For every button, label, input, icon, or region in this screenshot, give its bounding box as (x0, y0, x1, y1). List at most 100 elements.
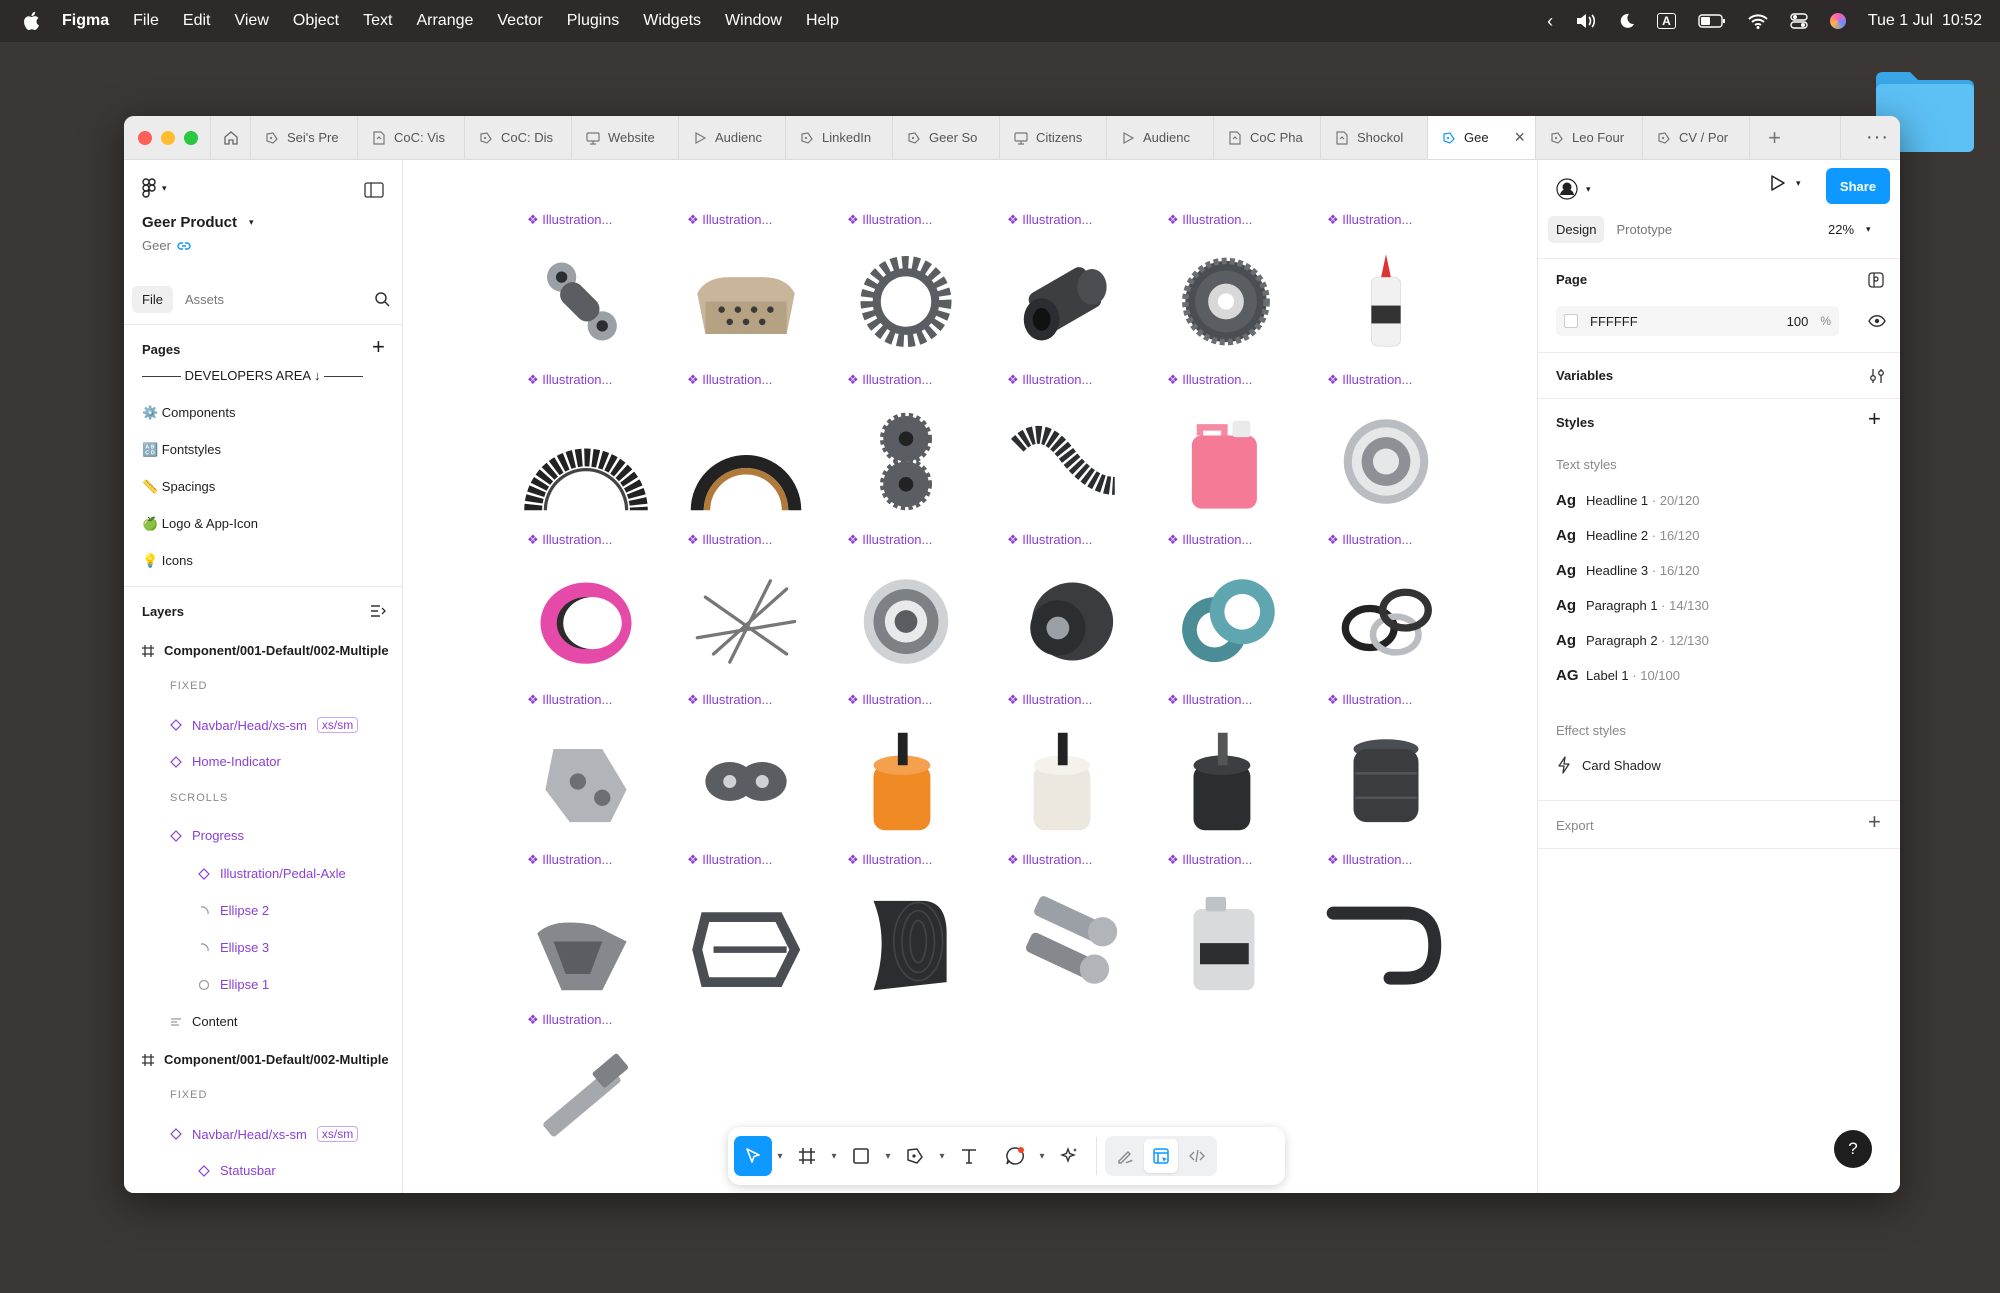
illustration-component[interactable]: ❖ Illustration... (681, 372, 841, 532)
tab-active-file[interactable]: Gee × (1427, 116, 1535, 159)
menu-app-name[interactable]: Figma (62, 12, 109, 30)
color-swatch[interactable] (1564, 314, 1578, 328)
illustration-component[interactable]: ❖ Illustration... (521, 852, 681, 1012)
variables-settings-icon[interactable] (1869, 368, 1885, 384)
illustration-component[interactable]: ❖ Illustration... (841, 212, 1001, 372)
page-item[interactable]: 🔠 Fontstyles (142, 442, 221, 458)
design-mode-button[interactable] (1144, 1139, 1178, 1173)
illustration-component[interactable]: ❖ Illustration... (681, 852, 841, 1012)
page-item[interactable]: 💡 Icons (142, 553, 193, 569)
chevron-left-icon[interactable]: ‹ (1547, 11, 1553, 32)
comment-tool-button[interactable] (996, 1136, 1034, 1176)
tab-file-4[interactable]: Audienc (678, 116, 785, 159)
add-page-icon[interactable]: + (372, 334, 385, 360)
illustration-component[interactable]: ❖ Illustration... (1001, 852, 1161, 1012)
illustration-component[interactable]: ❖ Illustration... (1321, 692, 1481, 852)
illustration-component[interactable]: ❖ Illustration... (1161, 692, 1321, 852)
illustration-component[interactable]: ❖ Illustration... (1161, 532, 1321, 692)
volume-icon[interactable] (1575, 13, 1597, 29)
illustration-component[interactable]: ❖ Illustration... (1161, 852, 1321, 1012)
tab-file-12[interactable]: Leo Four (1535, 116, 1642, 159)
add-export-icon[interactable]: + (1868, 809, 1881, 835)
illustration-component[interactable]: ❖ Illustration... (681, 692, 841, 852)
local-styles-icon[interactable] (1868, 272, 1884, 288)
zoom-dropdown[interactable]: 22% ▾ (1828, 222, 1871, 237)
chevron-down-icon[interactable]: ▾ (934, 1136, 950, 1176)
tab-file-9[interactable]: CoC Pha (1213, 116, 1320, 159)
text-tool-button[interactable] (950, 1136, 988, 1176)
layer-row[interactable]: Content (170, 1014, 238, 1029)
menu-plugins[interactable]: Plugins (567, 12, 619, 30)
dev-mode-button[interactable] (1180, 1139, 1214, 1173)
menu-arrange[interactable]: Arrange (416, 12, 473, 30)
search-icon[interactable] (374, 291, 390, 307)
illustration-component[interactable]: ❖ Illustration... (1001, 372, 1161, 532)
variables-title[interactable]: Variables (1556, 368, 1613, 383)
illustration-component[interactable]: ❖ Illustration... (521, 692, 681, 852)
tab-prototype[interactable]: Prototype (1606, 216, 1682, 243)
zoom-window-button[interactable] (184, 130, 198, 145)
illustration-component[interactable]: ❖ Illustration... (841, 532, 1001, 692)
page-item[interactable]: 🍏 Logo & App-Icon (142, 516, 258, 532)
menu-window[interactable]: Window (725, 12, 782, 30)
menu-object[interactable]: Object (293, 12, 339, 30)
text-style-row[interactable]: AG Label 1 · 10/100 (1556, 667, 1680, 684)
page-background-field[interactable]: FFFFFF 100 % (1556, 306, 1839, 336)
layer-row[interactable]: Ellipse 1 (198, 977, 269, 992)
illustration-component[interactable]: ❖ Illustration... (521, 372, 681, 532)
tab-file-10[interactable]: Shockol (1320, 116, 1427, 159)
close-tab-icon[interactable]: × (1514, 127, 1525, 148)
tab-file-8[interactable]: Audienc (1106, 116, 1213, 159)
team-link[interactable]: Geer (142, 238, 191, 253)
layer-row[interactable]: Ellipse 2 (198, 903, 269, 918)
tab-home[interactable] (210, 116, 250, 159)
panel-toggle-icon[interactable] (364, 182, 384, 198)
battery-icon[interactable] (1698, 14, 1726, 28)
tab-design[interactable]: Design (1548, 216, 1605, 243)
eye-icon[interactable] (1868, 314, 1886, 328)
illustration-component[interactable]: ❖ Illustration... (1321, 852, 1481, 1012)
tab-file-0[interactable]: Sei's Pre (250, 116, 357, 159)
page-item[interactable]: ⚙️ Components (142, 405, 236, 421)
page-opacity-value[interactable]: 100 (1787, 314, 1809, 329)
present-button[interactable]: ▾ (1770, 174, 1801, 192)
file-title-button[interactable]: Geer Product ▾ (142, 214, 254, 231)
layer-row[interactable]: Statusbar (198, 1163, 276, 1178)
page-color-value[interactable]: FFFFFF (1590, 314, 1638, 329)
text-style-row[interactable]: Ag Headline 3 · 16/120 (1556, 562, 1699, 579)
chevron-down-icon[interactable]: ▾ (880, 1136, 896, 1176)
export-title[interactable]: Export (1556, 818, 1594, 833)
layer-row[interactable]: Component/001-Default/002-Multiple (142, 643, 389, 658)
illustration-component[interactable]: ❖ Illustration... (681, 532, 841, 692)
layer-row[interactable]: Navbar/Head/xs-sm xs/sm (170, 1126, 359, 1142)
layer-row[interactable]: Ellipse 3 (198, 940, 269, 955)
illustration-component[interactable]: ❖ Illustration... (1161, 212, 1321, 372)
page-item-divider[interactable]: ——— DEVELOPERS AREA ↓ ——— (142, 368, 363, 383)
menu-help[interactable]: Help (806, 12, 839, 30)
illustration-component[interactable]: ❖ Illustration... (521, 212, 681, 372)
siri-icon[interactable] (1829, 13, 1846, 29)
layer-filter-icon[interactable] (370, 604, 386, 618)
tab-assets[interactable]: Assets (173, 286, 236, 313)
illustration-component[interactable]: ❖ Illustration... (521, 532, 681, 692)
ai-actions-button[interactable] (1050, 1136, 1088, 1176)
page-item[interactable]: 📏 Spacings (142, 479, 215, 495)
tab-file-2[interactable]: CoC: Dis (464, 116, 571, 159)
wifi-icon[interactable] (1748, 13, 1768, 29)
layer-row[interactable]: Navbar/Head/xs-sm xs/sm (170, 717, 359, 733)
tab-file-7[interactable]: Citizens (999, 116, 1106, 159)
chevron-down-icon[interactable]: ▾ (826, 1136, 842, 1176)
control-center-icon[interactable] (1790, 13, 1808, 29)
illustration-component[interactable]: ❖ Illustration... (521, 1012, 681, 1172)
move-tool-button[interactable] (734, 1136, 772, 1176)
main-menu-button[interactable]: ▾ (142, 178, 167, 198)
draw-mode-button[interactable] (1108, 1139, 1142, 1173)
illustration-component[interactable]: ❖ Illustration... (1001, 212, 1161, 372)
shape-tool-button[interactable] (842, 1136, 880, 1176)
illustration-component[interactable]: ❖ Illustration... (841, 852, 1001, 1012)
layer-row[interactable]: Component/001-Default/002-Multiple (142, 1052, 389, 1067)
tab-file-13[interactable]: CV / Por (1642, 116, 1749, 159)
effect-style-row[interactable]: Card Shadow (1556, 756, 1661, 774)
layer-row[interactable]: Illustration/Pedal-Axle (198, 866, 346, 881)
add-style-icon[interactable]: + (1868, 406, 1881, 432)
